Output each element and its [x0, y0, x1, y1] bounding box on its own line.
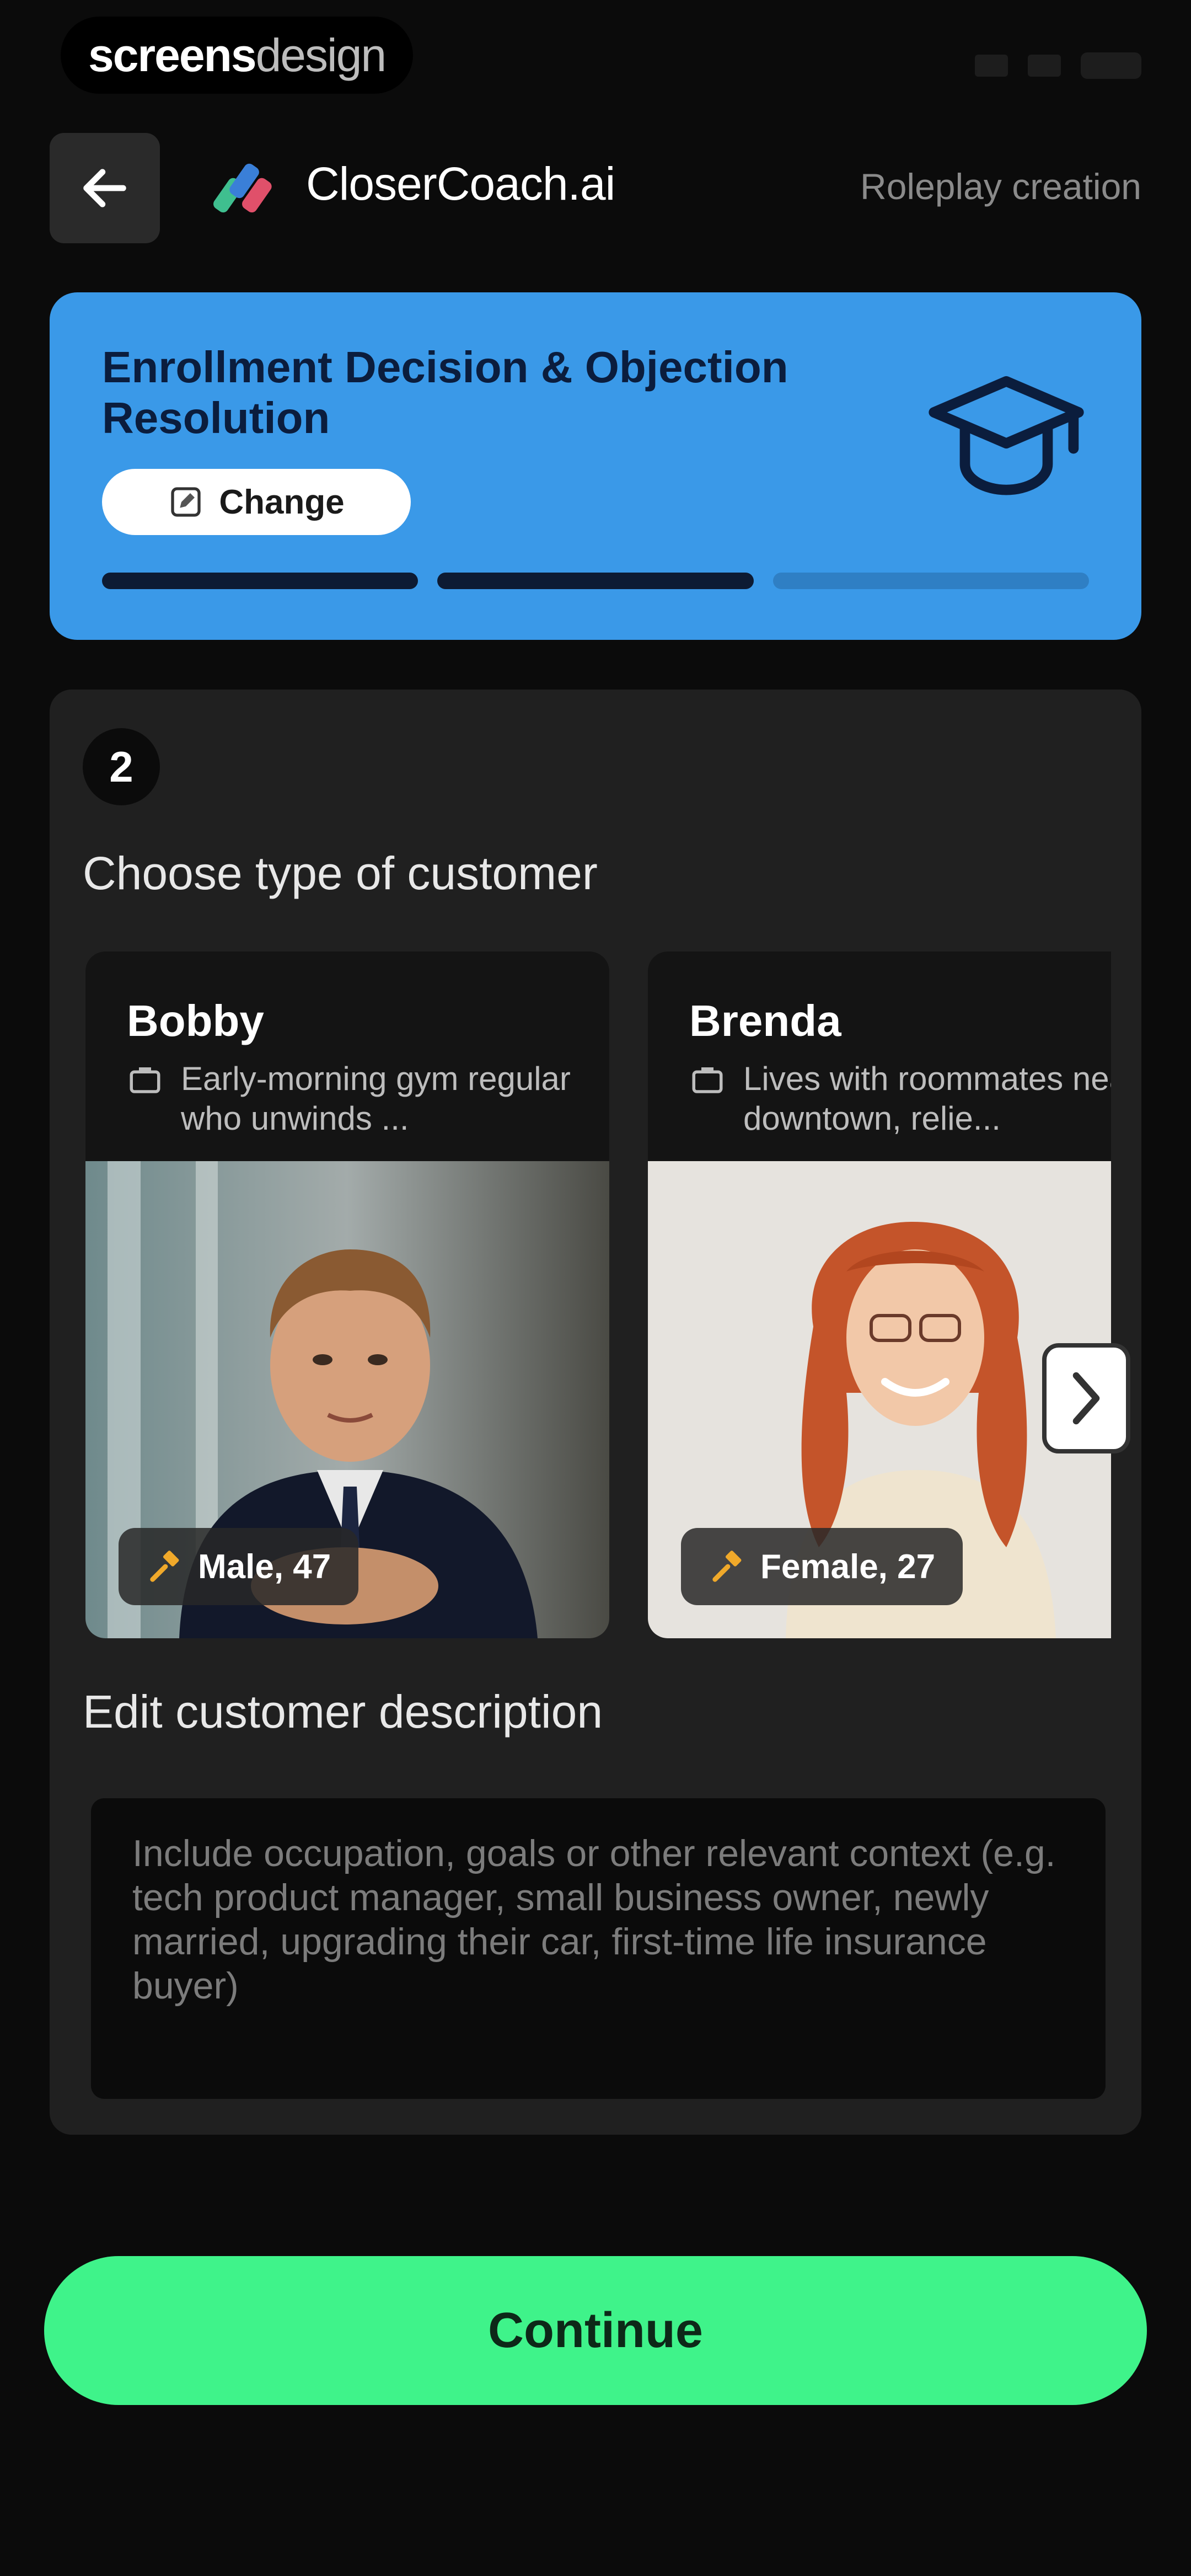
continue-button[interactable]: Continue [44, 2256, 1147, 2405]
watermark-logo: screens design [61, 17, 414, 94]
customer-name: Brenda [689, 996, 841, 1045]
status-bar: screens design [0, 0, 1191, 116]
progress-segment [437, 573, 754, 589]
carousel-next-button[interactable] [1042, 1343, 1130, 1453]
briefcase-icon [130, 1067, 160, 1093]
progress-segment [102, 573, 419, 589]
battery-icon [1081, 52, 1141, 79]
edit-description-heading: Edit customer description [83, 1686, 603, 1738]
back-button[interactable] [50, 133, 160, 243]
gavel-icon [712, 1551, 742, 1582]
graduation-cap-icon [929, 376, 1084, 495]
customer-tag: Female, 27 [681, 1528, 963, 1605]
customer-description: Lives with roommates near downtown, reli… [689, 1059, 1111, 1139]
closercoach-logo-icon [213, 163, 272, 213]
step-progress [102, 573, 1089, 589]
change-label: Change [219, 483, 345, 521]
scenario-title: Enrollment Decision & Objection Resoluti… [102, 343, 788, 442]
arrow-left-icon [83, 169, 126, 207]
chevron-right-icon [1072, 1372, 1100, 1425]
customer-panel: 2 Choose type of customer Bobby Early-mo… [50, 690, 1141, 2135]
status-icons [975, 52, 1141, 79]
watermark-bold: screens [88, 29, 257, 81]
change-scenario-button[interactable]: Change [102, 469, 411, 535]
customer-photo: Male, 47 [85, 1161, 609, 1638]
customer-card-brenda[interactable]: Brenda Lives with roommates near downtow… [648, 952, 1111, 1638]
customer-tag: Male, 47 [119, 1528, 359, 1605]
customer-description-text: Lives with roommates near downtown, reli… [743, 1060, 1111, 1137]
page-title: Roleplay creation [860, 166, 1141, 207]
wifi-icon [1028, 55, 1061, 77]
app-header: CloserCoach.ai Roleplay creation [0, 130, 1191, 245]
brand-name: CloserCoach.ai [306, 158, 615, 210]
signal-icon [975, 55, 1008, 77]
edit-icon [171, 487, 201, 517]
customer-description-field[interactable] [91, 1798, 1106, 2099]
choose-customer-heading: Choose type of customer [83, 847, 598, 899]
customer-photo: Female, 27 [648, 1161, 1111, 1638]
watermark-light: design [255, 29, 387, 81]
briefcase-icon [692, 1067, 723, 1093]
customer-description-text: Early-morning gym regular who unwinds ..… [181, 1060, 571, 1137]
scenario-card: Enrollment Decision & Objection Resoluti… [50, 292, 1141, 640]
gavel-icon [150, 1551, 179, 1582]
customer-card-bobby[interactable]: Bobby Early-morning gym regular who unwi… [85, 952, 609, 1638]
customer-tag-text: Female, 27 [760, 1547, 936, 1586]
customer-description: Early-morning gym regular who unwinds ..… [127, 1059, 584, 1139]
step-number-badge: 2 [83, 728, 160, 805]
customer-carousel[interactable]: Bobby Early-morning gym regular who unwi… [85, 952, 1111, 1638]
customer-description-input[interactable] [132, 1831, 1064, 2066]
customer-name: Bobby [127, 996, 264, 1045]
progress-segment [772, 573, 1089, 589]
customer-tag-text: Male, 47 [198, 1547, 331, 1586]
